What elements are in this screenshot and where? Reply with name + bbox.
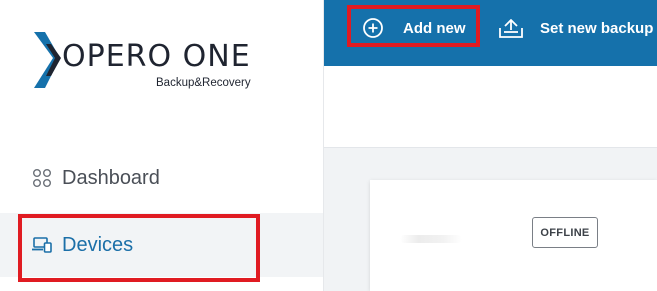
top-toolbar: Add new Set new backup [324,0,657,66]
device-card[interactable]: OFFLINE [370,180,657,291]
add-new-label: Add new [403,19,466,37]
add-new-button[interactable]: Add new [362,0,466,56]
plus-circle-icon [363,18,383,38]
sidebar-item-dashboard[interactable]: Dashboard [0,146,323,210]
content-subheader [324,66,657,148]
sidebar-item-label: Dashboard [62,166,160,189]
logo-tagline: Backup&Recovery [156,77,251,89]
set-new-backup-label: Set new backup [540,19,654,37]
cloud-upload-icon [499,19,523,38]
devices-icon [32,237,52,253]
redacted-device-name [400,235,462,243]
sidebar-item-label: Devices [62,233,134,256]
sidebar-item-devices[interactable]: Devices [0,213,323,277]
sidebar: OPERO ONE Backup&Recovery Dashboard Devi… [0,0,324,291]
status-badge: OFFLINE [532,217,598,248]
app-logo: OPERO ONE Backup&Recovery [34,32,274,92]
dashboard-grid-icon [33,169,51,187]
set-new-backup-button[interactable]: Set new backup [498,0,653,56]
logo-wordmark: OPERO ONE [62,39,251,74]
